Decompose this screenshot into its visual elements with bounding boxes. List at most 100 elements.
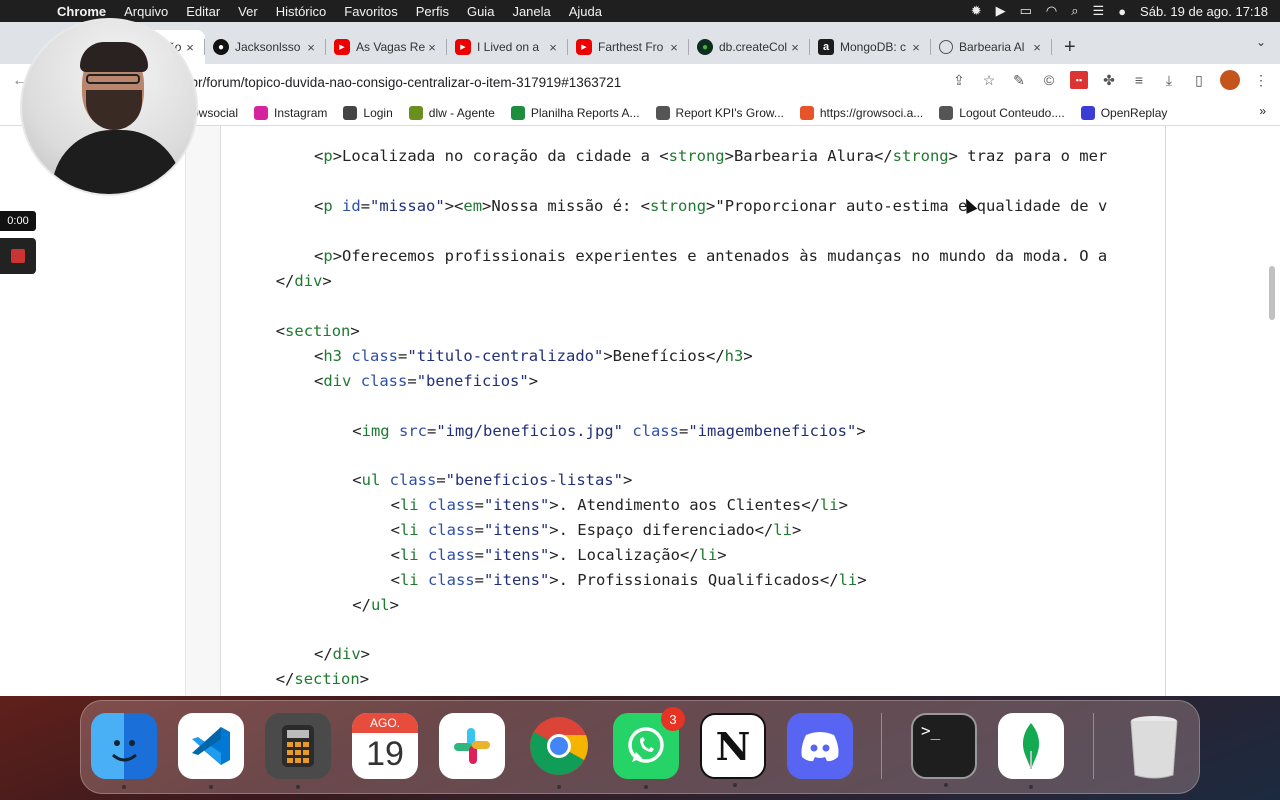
side-panel-icon[interactable]: ▯ xyxy=(1190,71,1208,89)
bookmark-favicon-icon xyxy=(1080,105,1095,120)
bookmark-item[interactable]: Report KPI's Grow... xyxy=(655,105,784,120)
code-text: = xyxy=(474,521,484,539)
code-text: > traz para o mer xyxy=(948,147,1108,165)
address-url[interactable]: a.com.br/forum/topico-duvida-nao-consigo… xyxy=(150,75,621,90)
code-text: >. Atendimento aos Clientes</ xyxy=(549,496,820,514)
download-icon[interactable]: ⤓ xyxy=(1160,71,1178,89)
tab-close-icon[interactable]: × xyxy=(1030,40,1044,55)
extension-red-icon[interactable]: ▪▪ xyxy=(1070,71,1088,89)
bookmark-item[interactable]: Planilha Reports A... xyxy=(510,105,640,120)
menu-app-name[interactable]: Chrome xyxy=(48,4,115,19)
dock-calendar[interactable]: AGO. 19 xyxy=(352,713,418,779)
menu-guia[interactable]: Guia xyxy=(458,4,503,19)
profile-avatar[interactable] xyxy=(1220,70,1240,90)
bookmark-label: Report KPI's Grow... xyxy=(675,105,784,120)
tab-3[interactable]: ▶ As Vagas Re × xyxy=(326,30,447,64)
bookmark-label: Logout Conteudo.... xyxy=(959,105,1065,120)
page-scrollbar[interactable] xyxy=(1269,266,1275,320)
tab-close-icon[interactable]: × xyxy=(909,40,923,55)
share-icon[interactable]: ⇪ xyxy=(950,71,968,89)
extension-c-icon[interactable]: © xyxy=(1040,71,1058,89)
code-text: < xyxy=(352,471,362,489)
code-text: = xyxy=(360,197,371,215)
code-tag: h3 xyxy=(724,347,744,365)
dock-calculator[interactable] xyxy=(265,713,331,789)
bookmark-item[interactable]: owsocial xyxy=(192,106,238,120)
dock-discord[interactable] xyxy=(787,713,853,779)
address-bar[interactable]: a.com.br/forum/topico-duvida-nao-consigo… xyxy=(150,68,1040,96)
bookmarks-overflow-icon[interactable]: » xyxy=(1259,104,1266,118)
code-text: < xyxy=(314,197,324,215)
menu-historico[interactable]: Histórico xyxy=(267,4,336,19)
tab-8[interactable]: Barbearia Al × xyxy=(931,30,1052,64)
control-center-icon[interactable]: ☰ xyxy=(1093,3,1105,19)
code-text: > xyxy=(838,496,848,514)
code-text: </ xyxy=(314,645,333,663)
code-text: >Localizada no coração da cidade a < xyxy=(332,147,669,165)
code-tag: img xyxy=(361,422,390,440)
menubar-datetime[interactable]: Sáb. 19 de ago. 17:18 xyxy=(1140,4,1268,19)
bookmark-item[interactable]: https://growsoci.a... xyxy=(799,105,923,120)
tab-7[interactable]: a MongoDB: c × xyxy=(810,30,931,64)
menu-janela[interactable]: Janela xyxy=(503,4,559,19)
more-menu-icon[interactable]: ⋮ xyxy=(1252,71,1270,89)
bookmark-item[interactable]: dlw - Agente xyxy=(408,105,495,120)
code-string: "imagembeneficios" xyxy=(688,422,857,440)
code-attr: class xyxy=(632,422,679,440)
tab-search-chevron-icon[interactable]: ⌄ xyxy=(1256,35,1266,49)
bookmark-star-icon[interactable]: ☆ xyxy=(980,71,998,89)
code-tag: div xyxy=(332,645,361,663)
bookmark-item[interactable]: Instagram xyxy=(254,105,327,120)
tab-close-icon[interactable]: × xyxy=(667,40,681,55)
macos-menubar: Chrome Arquivo Editar Ver Histórico Favo… xyxy=(0,0,1280,22)
pen-extension-icon[interactable]: ✎ xyxy=(1010,71,1028,89)
dock-vscode[interactable] xyxy=(178,713,244,789)
code-tag: li xyxy=(399,521,419,539)
menu-arquivo[interactable]: Arquivo xyxy=(115,4,177,19)
brightness-icon[interactable]: ✹ xyxy=(971,3,982,19)
tab-close-icon[interactable]: × xyxy=(425,40,439,55)
menu-favoritos[interactable]: Favoritos xyxy=(335,4,406,19)
wifi-icon[interactable]: ◠ xyxy=(1046,3,1057,19)
tab-5[interactable]: ▶ Farthest Fro × xyxy=(568,30,689,64)
dock-terminal[interactable]: >_ xyxy=(911,713,977,787)
battery-icon[interactable]: ▭ xyxy=(1020,3,1032,19)
dock-notion[interactable]: N xyxy=(700,713,766,787)
extensions-puzzle-icon[interactable]: ✤ xyxy=(1100,71,1118,89)
menu-editar[interactable]: Editar xyxy=(177,4,229,19)
tab-close-icon[interactable]: × xyxy=(546,40,560,55)
recording-stop-button[interactable] xyxy=(0,238,36,274)
github-icon: ● xyxy=(213,39,229,55)
bookmark-favicon-icon xyxy=(254,105,269,120)
reading-list-icon[interactable]: ≡ xyxy=(1130,71,1148,89)
dock-whatsapp[interactable]: 3 xyxy=(613,707,685,789)
tab-6[interactable]: ● db.createCol × xyxy=(689,30,810,64)
bookmark-item[interactable]: Login xyxy=(343,105,393,120)
siri-icon[interactable]: ● xyxy=(1118,4,1126,19)
dock-mongodb-compass[interactable] xyxy=(998,713,1064,789)
tab-close-icon[interactable]: × xyxy=(304,40,318,55)
dock-trash[interactable] xyxy=(1121,713,1187,779)
menu-perfis[interactable]: Perfis xyxy=(407,4,458,19)
dock-finder[interactable] xyxy=(91,713,157,789)
tab-4[interactable]: ▶ I Lived on a × xyxy=(447,30,568,64)
bookmark-item[interactable]: OpenReplay xyxy=(1080,105,1167,120)
search-icon[interactable]: ⌕ xyxy=(1071,3,1078,19)
bookmark-item[interactable]: Logout Conteudo.... xyxy=(939,105,1065,120)
menu-ajuda[interactable]: Ajuda xyxy=(560,4,611,19)
tab-2[interactable]: ● Jacksonlsso × xyxy=(205,30,326,64)
dock-slack[interactable] xyxy=(439,713,505,779)
menu-ver[interactable]: Ver xyxy=(229,4,267,19)
code-text: > xyxy=(622,471,633,489)
code-tag: section xyxy=(294,670,360,688)
new-tab-icon[interactable]: + xyxy=(1052,30,1088,64)
play-icon[interactable]: ▶ xyxy=(996,3,1006,19)
discord-icon xyxy=(801,732,839,762)
tab-close-icon[interactable]: × xyxy=(788,40,802,55)
tab-close-icon[interactable]: × xyxy=(183,40,197,55)
tab-title: I Lived on a xyxy=(477,40,540,54)
dock-chrome[interactable] xyxy=(526,713,592,789)
code-attr: src xyxy=(398,422,427,440)
code-text: < xyxy=(390,546,400,564)
